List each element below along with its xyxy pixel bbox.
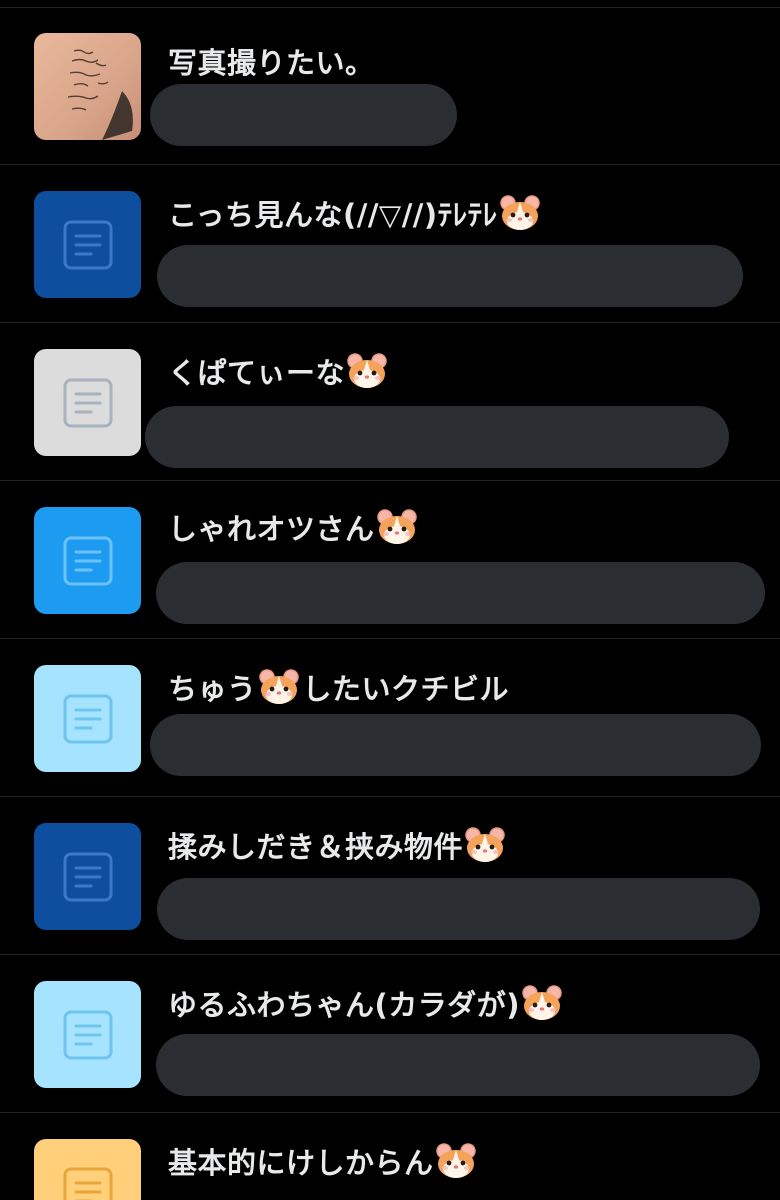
document-icon — [63, 694, 112, 743]
redacted-bar — [150, 84, 457, 146]
list-item[interactable]: ちゅう したいクチビル — [0, 640, 780, 797]
title-text: 基本的にけしからん — [168, 1146, 434, 1180]
hamster-face-icon — [435, 1143, 476, 1178]
list-item[interactable]: 写真撮りたい。 — [0, 8, 780, 165]
hamster-face-icon — [499, 195, 540, 230]
list-item[interactable]: 基本的にけしからん — [0, 1114, 780, 1200]
list-thumbnail — [34, 33, 141, 140]
title-text-suffix: したいクチビル — [302, 672, 510, 706]
list-item-title: 写真撮りたい。 — [168, 40, 375, 82]
title-text: ゆるふわちゃん(カラダが) — [168, 988, 521, 1022]
title-text: くぱてぃーな — [168, 356, 346, 390]
document-icon — [63, 536, 112, 585]
document-icon — [63, 852, 112, 901]
list-thumbnail — [34, 349, 141, 456]
list-item-title: 基本的にけしからん — [168, 1140, 476, 1182]
document-icon — [63, 1167, 112, 1200]
document-icon — [63, 1010, 112, 1059]
hamster-face-icon — [465, 827, 505, 862]
list-item[interactable]: くぱてぃーな — [0, 324, 780, 481]
redacted-bar — [157, 878, 760, 940]
list-thumbnail — [34, 1139, 141, 1200]
hamster-face-icon — [347, 353, 387, 388]
redacted-bar — [156, 562, 765, 624]
list-thumbnail — [34, 665, 141, 772]
title-text: 揉みしだき＆挟み物件 — [168, 830, 464, 864]
list-item-title: くぱてぃーな — [168, 350, 387, 392]
hamster-face-icon — [522, 985, 562, 1020]
list-item-title: 揉みしだき＆挟み物件 — [168, 824, 505, 866]
document-icon — [63, 378, 112, 427]
photo-thumbnail-image — [67, 49, 133, 140]
list-thumbnail — [34, 191, 141, 298]
redacted-bar — [150, 714, 761, 776]
list-thumbnail — [34, 981, 141, 1088]
title-text: 写真撮りたい。 — [168, 46, 375, 80]
list-item[interactable]: しゃれオツさん — [0, 482, 780, 639]
list-item-title: しゃれオツさん — [168, 506, 417, 548]
list-thumbnail — [34, 507, 141, 614]
document-icon — [63, 220, 112, 269]
redacted-bar — [156, 1034, 760, 1096]
title-text: こっち見んな(//▽//)ﾃﾚﾃﾚ — [168, 198, 498, 232]
list-container: 写真撮りたい。 こっち見んな(//▽//)ﾃﾚﾃﾚ くぱてぃーな しゃれオツさん… — [0, 0, 780, 1200]
list-item[interactable]: ゆるふわちゃん(カラダが) — [0, 956, 780, 1113]
hamster-face-icon — [376, 509, 417, 544]
list-item-title: ちゅう したいクチビル — [168, 666, 509, 708]
list-item-title: ゆるふわちゃん(カラダが) — [168, 982, 562, 1024]
list-item-title: こっち見んな(//▽//)ﾃﾚﾃﾚ — [168, 192, 540, 234]
title-text: ちゅう — [168, 672, 257, 706]
list-thumbnail — [34, 823, 141, 930]
list-item[interactable]: こっち見んな(//▽//)ﾃﾚﾃﾚ — [0, 166, 780, 323]
redacted-bar — [157, 245, 743, 307]
redacted-bar — [145, 406, 729, 468]
title-text: しゃれオツさん — [168, 512, 375, 546]
list-item[interactable]: 揉みしだき＆挟み物件 — [0, 798, 780, 955]
hamster-face-icon — [258, 669, 299, 704]
